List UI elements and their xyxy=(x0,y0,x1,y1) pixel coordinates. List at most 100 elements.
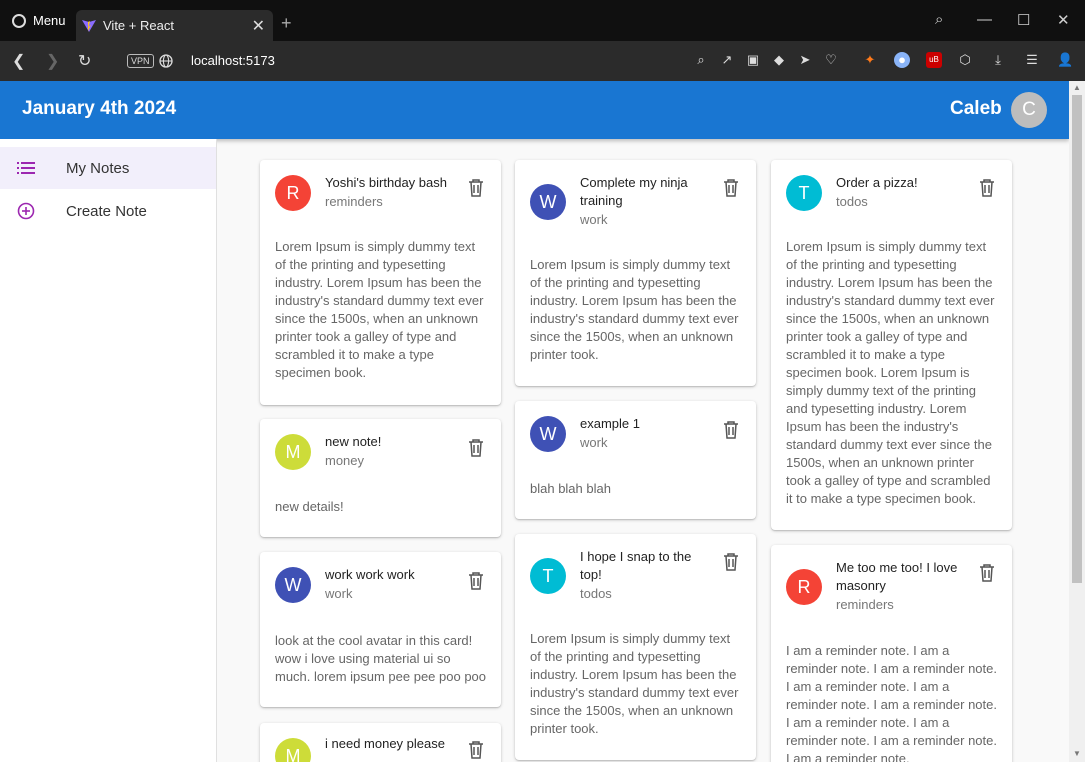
note-category: work xyxy=(580,212,608,227)
vite-logo-icon xyxy=(82,19,96,32)
profile-icon[interactable]: 👤 xyxy=(1057,52,1073,68)
note-avatar: W xyxy=(275,567,311,603)
note-card: R Yoshi's birthday bash reminders Lorem … xyxy=(260,160,501,405)
list-icon xyxy=(17,162,35,174)
drawer-item-my-notes[interactable]: My Notes xyxy=(0,147,216,189)
username: Caleb xyxy=(950,98,1002,119)
tab-title: Vite + React xyxy=(103,18,174,33)
heart-icon[interactable]: ♡ xyxy=(823,52,839,68)
note-card: T I hope I snap to the top! todos Lorem … xyxy=(515,534,756,760)
delete-icon[interactable] xyxy=(979,179,995,197)
delete-icon[interactable] xyxy=(468,439,484,457)
user-avatar[interactable]: C xyxy=(1011,92,1047,128)
delete-icon[interactable] xyxy=(723,179,739,197)
extensions-box-icon[interactable]: ⬡ xyxy=(957,52,973,68)
note-avatar: M xyxy=(275,434,311,470)
note-details: Lorem Ipsum is simply dummy text of the … xyxy=(530,631,739,736)
scroll-up-arrow-icon[interactable]: ▲ xyxy=(1073,83,1081,92)
note-title: Complete my ninja training xyxy=(580,175,688,208)
delete-icon[interactable] xyxy=(979,564,995,582)
note-card: W Complete my ninja training work Lorem … xyxy=(515,160,756,386)
close-window-icon[interactable]: ✕ xyxy=(1057,11,1070,29)
extension-search-icon[interactable]: ● xyxy=(894,52,910,68)
delete-icon[interactable] xyxy=(468,179,484,197)
note-title: Order a pizza! xyxy=(836,175,918,190)
url-field[interactable]: localhost:5173 xyxy=(191,53,275,68)
delete-icon[interactable] xyxy=(468,572,484,590)
opera-menu-button[interactable]: Menu xyxy=(12,13,66,28)
note-avatar: T xyxy=(530,558,566,594)
note-details: look at the cool avatar in this card! wo… xyxy=(275,633,487,684)
tab-strip: Menu Vite + React ✕ + ⌕ — ☐ ✕ xyxy=(0,0,1085,41)
note-avatar: R xyxy=(786,569,822,605)
note-title: Me too me too! I love masonry xyxy=(836,560,958,593)
page-viewport: January 4th 2024 Caleb C My Notes Create… xyxy=(0,81,1069,762)
note-category: todos xyxy=(580,586,612,601)
note-avatar: T xyxy=(786,175,822,211)
extension-fox-icon[interactable]: ✦ xyxy=(862,52,878,68)
shield-icon[interactable]: ◆ xyxy=(771,52,787,68)
browser-window: Menu Vite + React ✕ + ⌕ — ☐ ✕ ❮ ❯ ↻ VPN … xyxy=(0,0,1085,762)
share-icon[interactable]: ↗ xyxy=(719,52,735,68)
note-avatar: W xyxy=(530,184,566,220)
delete-icon[interactable] xyxy=(723,421,739,439)
delete-icon[interactable] xyxy=(468,741,484,759)
note-category: reminders xyxy=(325,194,383,209)
drawer-item-label: My Notes xyxy=(66,159,130,177)
side-drawer: My Notes Create Note xyxy=(0,139,217,762)
app-bar: January 4th 2024 Caleb C xyxy=(0,81,1069,139)
opera-logo-icon xyxy=(12,13,26,28)
note-title: new note! xyxy=(325,434,382,449)
note-details: Lorem Ipsum is simply dummy text of the … xyxy=(530,257,739,362)
camera-icon[interactable]: ▣ xyxy=(745,52,761,68)
note-title: I hope I snap to the top! xyxy=(580,549,692,582)
new-tab-button[interactable]: + xyxy=(281,13,292,34)
note-title: work work work xyxy=(325,567,415,582)
note-category: todos xyxy=(836,194,868,209)
reload-icon[interactable]: ↻ xyxy=(78,51,91,71)
note-card: M i need money please xyxy=(260,723,501,762)
page-scrollbar[interactable]: ▲ ▼ xyxy=(1069,81,1085,762)
drawer-item-label: Create Note xyxy=(66,202,147,220)
maximize-icon[interactable]: ☐ xyxy=(1017,11,1030,29)
note-details: Lorem Ipsum is simply dummy text of the … xyxy=(275,239,484,380)
browser-tab[interactable]: Vite + React ✕ xyxy=(76,10,273,41)
ublock-icon[interactable]: uB xyxy=(926,52,942,68)
back-icon[interactable]: ❮ xyxy=(12,51,25,71)
note-category: reminders xyxy=(836,597,894,612)
note-avatar: W xyxy=(530,416,566,452)
note-title: example 1 xyxy=(580,416,640,431)
close-tab-icon[interactable]: ✕ xyxy=(252,16,265,36)
add-circle-icon xyxy=(17,202,35,220)
search-tabs-icon[interactable]: ⌕ xyxy=(935,11,943,28)
note-avatar: M xyxy=(275,738,311,762)
page-title-date: January 4th 2024 xyxy=(22,98,177,119)
note-card: M new note! money new details! xyxy=(260,419,501,537)
easy-setup-icon[interactable]: ☰ xyxy=(1024,52,1040,68)
forward-icon[interactable]: ❯ xyxy=(46,51,59,71)
menu-label: Menu xyxy=(33,13,66,28)
send-icon[interactable]: ➤ xyxy=(797,52,813,68)
note-card: R Me too me too! I love masonry reminder… xyxy=(771,545,1012,762)
note-category: work xyxy=(580,435,608,450)
note-avatar: R xyxy=(275,175,311,211)
minimize-icon[interactable]: — xyxy=(977,11,992,28)
note-category: work xyxy=(325,586,353,601)
note-details: I am a reminder note. I am a reminder no… xyxy=(786,643,997,762)
note-details: new details! xyxy=(275,499,344,514)
globe-icon[interactable] xyxy=(159,54,173,68)
zoom-icon[interactable]: ⌕ xyxy=(693,52,709,68)
address-bar: ❮ ❯ ↻ VPN localhost:5173 ⌕ ↗ ▣ ◆ ➤ ♡ ✦ ●… xyxy=(0,41,1085,81)
note-category: money xyxy=(325,453,365,468)
note-details: Lorem Ipsum is simply dummy text of the … xyxy=(786,239,995,506)
delete-icon[interactable] xyxy=(723,553,739,571)
scrollbar-thumb[interactable] xyxy=(1072,95,1082,583)
drawer-item-create-note[interactable]: Create Note xyxy=(0,190,216,232)
note-title: Yoshi's birthday bash xyxy=(325,175,447,190)
note-card: W work work work work look at the cool a… xyxy=(260,552,501,707)
note-details: blah blah blah xyxy=(530,481,611,496)
scroll-down-arrow-icon[interactable]: ▼ xyxy=(1073,749,1081,758)
vpn-badge[interactable]: VPN xyxy=(127,54,154,68)
note-card: T Order a pizza! todos Lorem Ipsum is si… xyxy=(771,160,1012,530)
download-icon[interactable]: ⤓ xyxy=(990,52,1006,68)
